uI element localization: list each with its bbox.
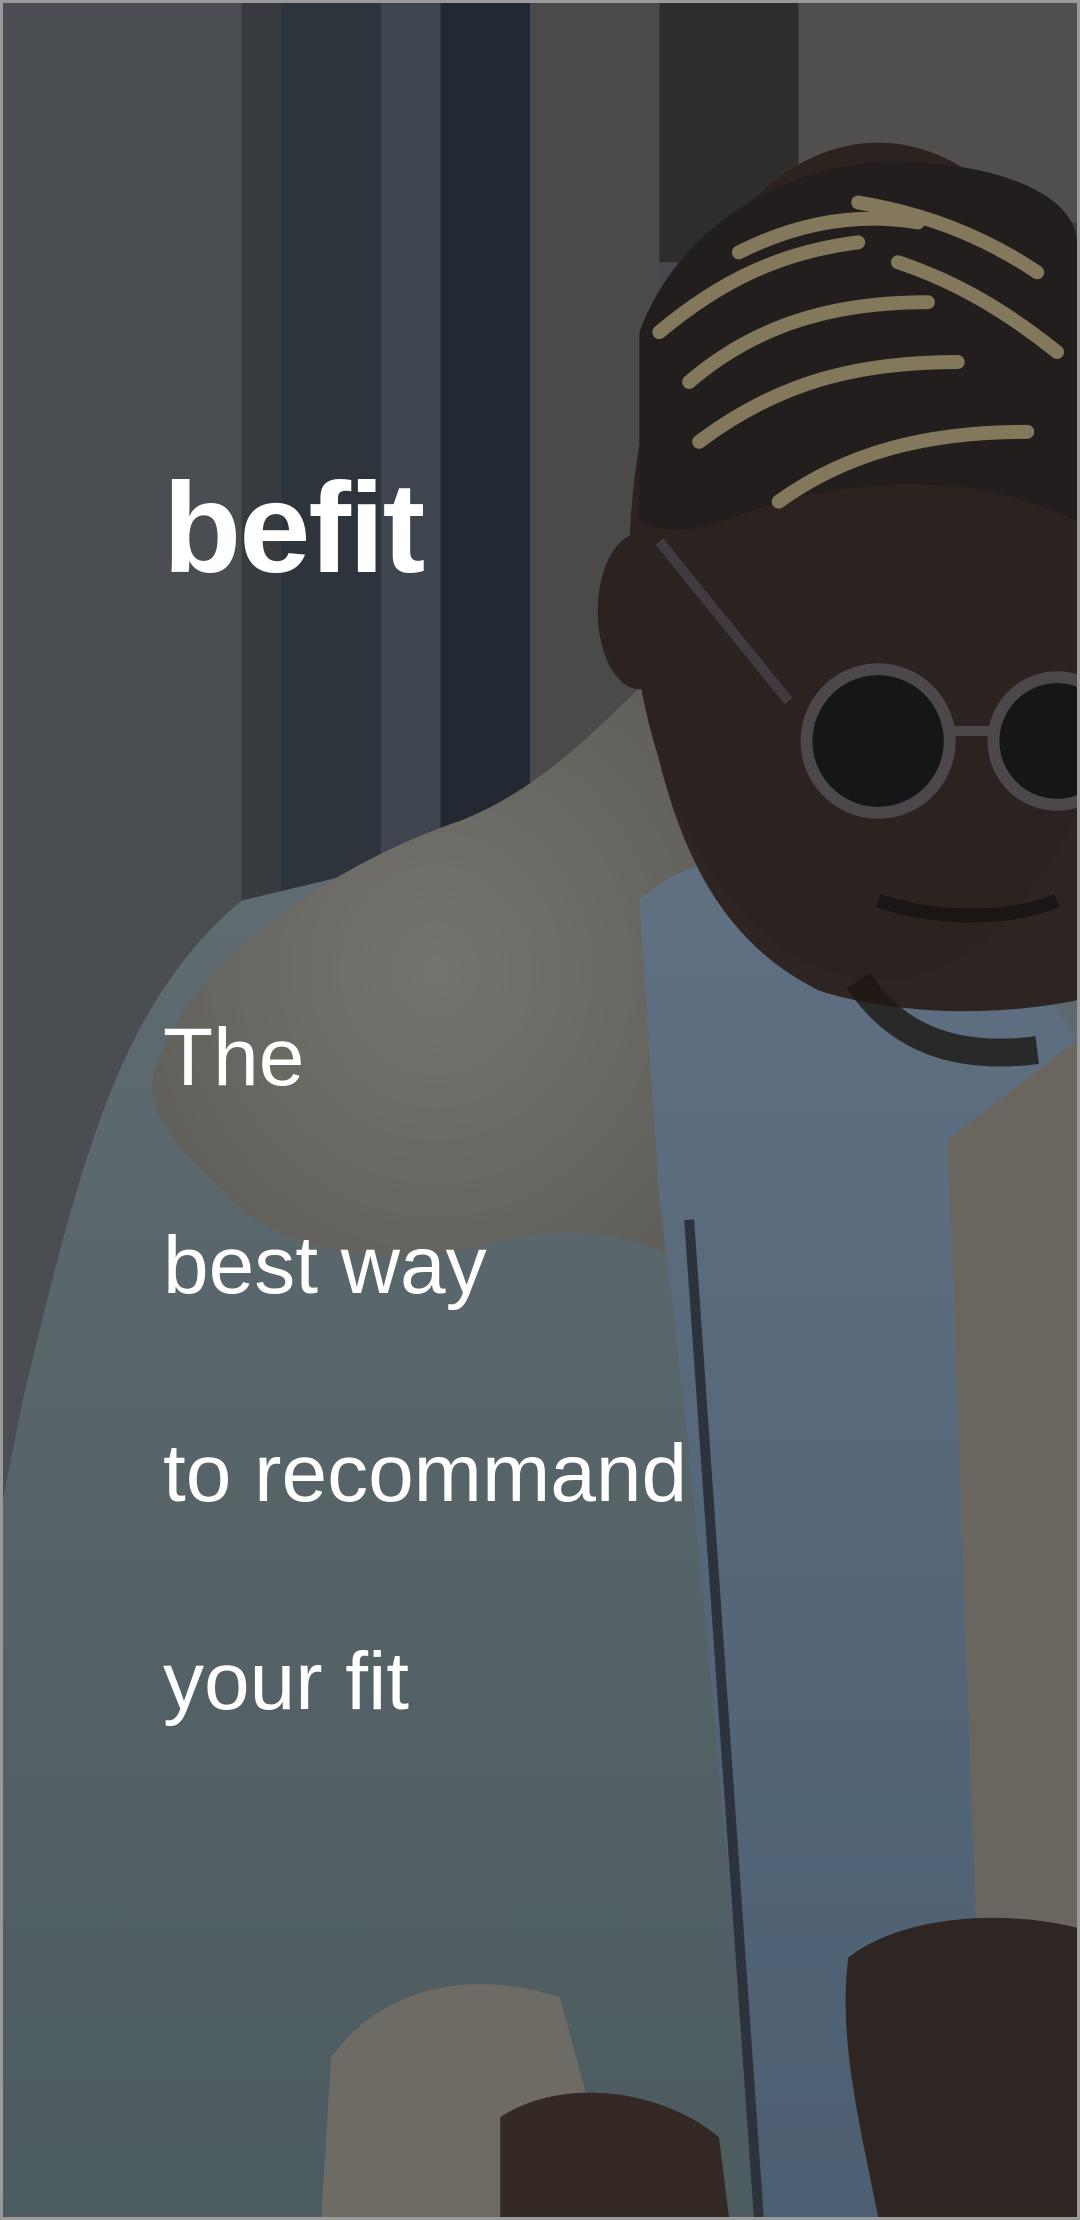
tagline-line: The <box>163 1012 305 1103</box>
tagline: The best way to recommand your fit <box>163 1003 687 1835</box>
tagline-line: your fit <box>163 1636 410 1727</box>
tagline-line: best way <box>163 1220 487 1311</box>
tagline-line: to recommand <box>163 1428 688 1519</box>
app-logo: befit <box>163 457 425 600</box>
splash-screen: befit The best way to recommand your fit <box>0 0 1080 2220</box>
